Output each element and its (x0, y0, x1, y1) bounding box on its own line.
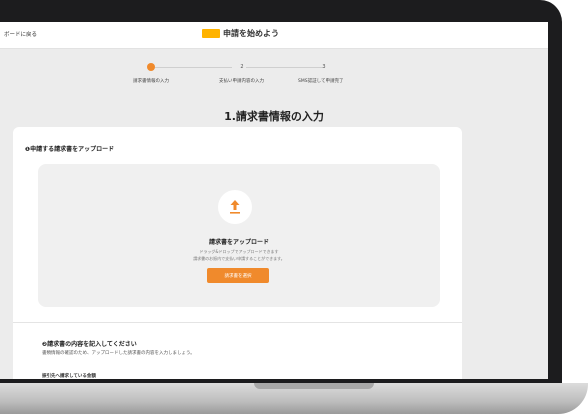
brand-logo (202, 29, 220, 38)
step-2-number: 2 (240, 64, 244, 70)
step-3-label: SMS認証して申請完了 (298, 79, 344, 84)
upload-icon-circle (218, 190, 252, 224)
progress-stepper: 請求書情報の入力 2 支払い申請内容の入力 3 SMS認証して申請完了 (0, 54, 548, 104)
step-2-label: 支払い申請内容の入力 (219, 79, 264, 84)
details-section-heading: ❷請求書の内容を記入してください (42, 341, 137, 348)
dropzone-title: 請求書をアップロード (208, 239, 269, 246)
amount-field-label: 振引先へ請求している金額 (42, 374, 96, 379)
brand: 申請を始めよう (202, 28, 279, 39)
step-1-label: 請求書情報の入力 (133, 79, 169, 84)
page-heading: 申請を始めよう (223, 29, 279, 38)
step-1-marker (147, 63, 155, 71)
laptop-notch (254, 383, 374, 389)
back-to-board-link[interactable]: ボードに戻る (4, 30, 37, 38)
details-section-subtext: 書類情報の確認のため、アップロードした請求書の内容を入力しましょう。 (42, 351, 195, 356)
upload-icon (230, 200, 240, 214)
dropzone-note-2: 請求書のお振内で支払い申請することができます。 (193, 256, 285, 261)
dropzone-note: ドラッグ&ドロップでアップロードできます (199, 249, 279, 254)
select-invoice-button[interactable]: 請求書を選択 (207, 268, 269, 283)
section-title: 1.請求書情報の入力 (224, 110, 324, 123)
upload-section-heading: ❶申請する請求書をアップロード (25, 146, 115, 153)
section-divider (13, 322, 462, 323)
upload-dropzone[interactable]: 請求書をアップロード ドラッグ&ドロップでアップロードできます 請求書のお振内で… (38, 164, 440, 307)
top-bar: ボードに戻る 申請を始めよう (0, 22, 548, 49)
form-card: ❶申請する請求書をアップロード 請求書をアップロード ドラッグ&ドロップでアップ… (13, 127, 462, 379)
step-3-number: 3 (322, 64, 326, 70)
laptop-screen: ボードに戻る 申請を始めよう 請求書情報の入力 2 支払い申請内容の入力 3 S… (0, 22, 548, 379)
step-connector (155, 67, 232, 68)
step-connector (246, 67, 324, 68)
